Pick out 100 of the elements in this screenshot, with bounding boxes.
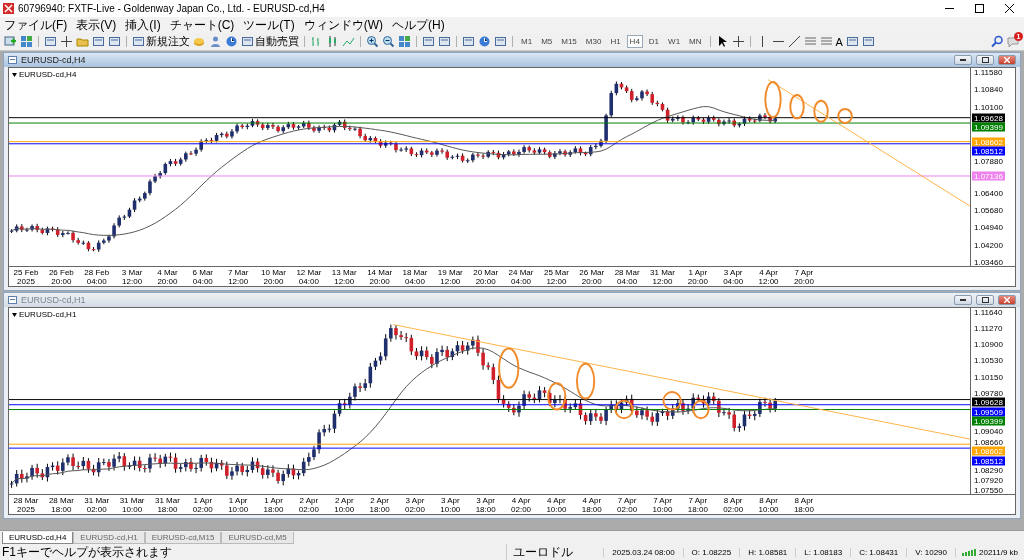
status-value: L: 1.08183	[795, 547, 851, 557]
price-tick: 1.07550	[974, 485, 1003, 495]
timeframe-button[interactable]: M30	[582, 35, 605, 48]
search-icon[interactable]	[991, 35, 1004, 48]
restore-button[interactable]	[976, 295, 994, 305]
price-tick: 1.04200	[974, 240, 1003, 250]
menu-item[interactable]: 表示(V)	[76, 18, 117, 32]
time-tick: 25 Feb 2025	[12, 267, 40, 286]
restore-button[interactable]	[976, 55, 994, 65]
time-tick: 25 Mar 12:00	[542, 267, 570, 286]
restore-icon	[981, 57, 989, 63]
time-tick: 1 Apr 02:00	[191, 495, 214, 514]
price-tick: 1.11580	[974, 67, 1003, 77]
time-tick: 28 Mar 2025	[12, 495, 40, 514]
connection-bars-icon	[962, 548, 976, 556]
candlestick-icon[interactable]	[326, 35, 339, 48]
time-tick: 20 Mar 20:00	[472, 267, 500, 286]
chart-tab[interactable]: EURUSD-cd,H4	[2, 532, 74, 544]
symbol-name: ユーロドル	[506, 543, 604, 560]
app-logo-icon	[3, 3, 14, 14]
text-tool-button[interactable]: A	[835, 35, 843, 48]
time-tick: 7 Apr 18:00	[686, 495, 709, 514]
time-tick: 7 Apr 10:00	[651, 495, 674, 514]
time-tick: 2 Apr 02:00	[297, 495, 320, 514]
caret-icon[interactable]	[12, 312, 17, 317]
menu-item[interactable]: ファイル(F)	[4, 18, 68, 32]
price-tag: 1.09399	[972, 122, 1005, 132]
minimize-button[interactable]	[954, 295, 972, 305]
time-tick: 8 Apr 18:00	[792, 495, 815, 514]
menu-item[interactable]: ツール(T)	[243, 18, 295, 32]
minimize-icon	[960, 299, 966, 301]
chart-window-icon	[8, 56, 17, 64]
price-tag: 1.09628	[972, 113, 1005, 123]
menu-item[interactable]: ヘルプ(H)	[392, 18, 445, 32]
price-tag: 1.07136	[972, 171, 1005, 181]
time-tick: 28 Mar 18:00	[47, 495, 75, 514]
people-icon[interactable]	[209, 35, 222, 48]
timeframe-button[interactable]: M1	[518, 35, 536, 48]
chart-tab[interactable]: EURUSD-cd,M5	[221, 532, 294, 544]
price-tick: 1.07880	[974, 156, 1003, 166]
price-tick: 1.09040	[974, 426, 1003, 436]
price-tick: 1.09780	[974, 388, 1003, 398]
timeframe-button[interactable]: MN	[686, 35, 705, 48]
status-value: 2025.03.24 08:00	[603, 547, 683, 557]
price-tick: 1.08660	[974, 437, 1003, 447]
time-tick: 4 Apr 18:00	[580, 495, 603, 514]
price-tick: 1.10530	[974, 355, 1003, 365]
price-tag: 1.09399	[972, 416, 1005, 426]
price-tick: 1.11640	[974, 307, 1003, 317]
chat-icon[interactable]	[1007, 35, 1020, 48]
traffic-text: 20211/9 kb	[979, 547, 1018, 557]
timeframe-button[interactable]: M15	[558, 35, 580, 48]
windows-icon[interactable]	[20, 35, 33, 48]
zoom-out-icon[interactable]	[382, 35, 395, 48]
time-tick: 2 Apr 10:00	[333, 495, 356, 514]
price-tick: 1.10900	[974, 339, 1003, 349]
timeframe-button[interactable]: D1	[645, 35, 663, 48]
time-tick: 8 Apr 10:00	[757, 495, 780, 514]
menu-item[interactable]: チャート(C)	[169, 18, 235, 32]
caret-icon[interactable]	[12, 72, 17, 77]
crosshair-icon[interactable]	[60, 35, 73, 48]
time-tick: 3 Apr 10:00	[439, 495, 462, 514]
status-value: C: 1.08431	[850, 547, 907, 557]
time-tick: 28 Mar 04:00	[613, 267, 641, 286]
diagonal-line-icon[interactable]	[787, 35, 801, 48]
clock-icon[interactable]	[478, 35, 491, 48]
time-tick: 7 Apr 20:00	[792, 267, 815, 286]
time-tick: 14 Mar 20:00	[366, 267, 394, 286]
status-value: V: 10290	[906, 547, 955, 557]
chart-label: EURUSD-cd,H4	[19, 70, 77, 79]
time-tick: 3 Apr 04:00	[722, 267, 745, 286]
zoom-in-icon[interactable]	[366, 35, 379, 48]
price-tag: 1.09509	[972, 407, 1005, 417]
timeframe-button[interactable]: H4	[626, 35, 643, 48]
time-tick: 7 Apr 02:00	[616, 495, 639, 514]
time-tick: 1 Apr 20:00	[686, 267, 709, 286]
menu-item[interactable]: 挿入(I)	[125, 18, 161, 32]
auto-trading-button[interactable]: 自動売買	[241, 34, 299, 49]
window-title: 60796940: FXTF-Live - Goldenway Japan Co., Ltd. - EURUSD-cd,H4	[18, 3, 326, 14]
add-window-icon[interactable]	[4, 35, 17, 48]
price-tag: 1.08602	[972, 137, 1005, 147]
price-tick: 1.03460	[974, 257, 1003, 267]
timeframe-button[interactable]: M5	[538, 35, 556, 48]
chart-tab[interactable]: EURUSD-cd,H1	[73, 532, 145, 544]
minimize-button[interactable]	[954, 55, 972, 65]
crosshair-icon[interactable]	[731, 35, 745, 48]
price-tick: 1.10100	[974, 102, 1003, 112]
minimize-icon	[960, 59, 966, 61]
close-icon	[1004, 57, 1010, 63]
time-tick: 8 Apr 02:00	[722, 495, 745, 514]
tile-icon[interactable]	[398, 35, 411, 48]
time-tick: 19 Mar 12:00	[436, 267, 464, 286]
price-tag: 1.08512	[972, 146, 1005, 156]
chart-tab[interactable]: EURUSD-cd,M15	[144, 532, 222, 544]
price-tick: 1.10150	[974, 372, 1003, 382]
timeframe-button[interactable]: W1	[665, 35, 684, 48]
time-tick: 4 Apr 12:00	[757, 267, 780, 286]
new-order-button[interactable]: 新規注文	[132, 34, 190, 49]
timeframe-button[interactable]: H1	[607, 35, 624, 48]
menu-item[interactable]: ウィンドウ(W)	[303, 18, 383, 32]
